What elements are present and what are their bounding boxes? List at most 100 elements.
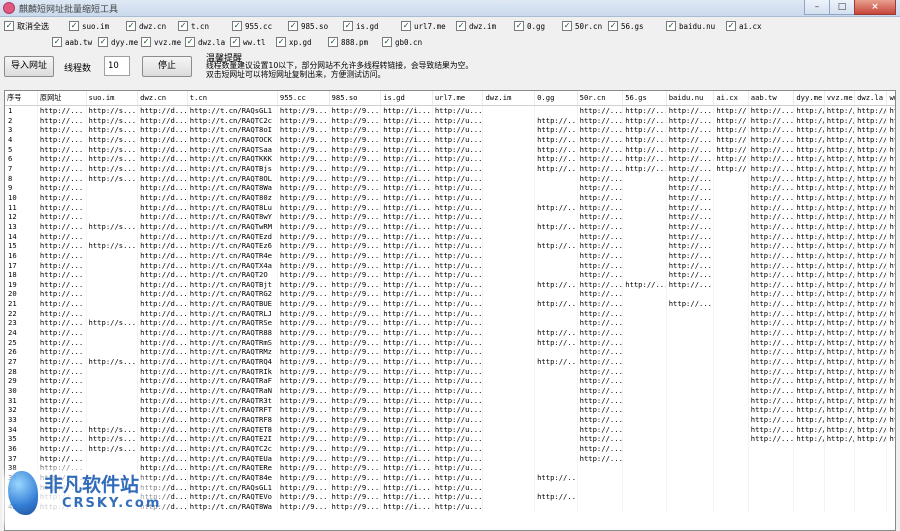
- table-cell[interactable]: http://t.cn/RAQTE2I: [187, 434, 278, 444]
- table-cell[interactable]: http://...: [854, 163, 888, 174]
- table-cell[interactable]: http://...: [824, 357, 856, 367]
- table-row[interactable]: 35 http://... http://s... http://d... http:/…: [5, 434, 895, 444]
- service-checkbox-dwz-la[interactable]: ✓ dwz.la: [185, 37, 230, 47]
- table-cell[interactable]: http://t.cn/RAQTEzd: [187, 231, 278, 242]
- table-cell[interactable]: http://...: [37, 105, 87, 116]
- checkbox-box[interactable]: ✓: [98, 37, 108, 47]
- table-cell[interactable]: http://...: [854, 289, 888, 300]
- column-header[interactable]: is.gd: [380, 91, 433, 106]
- table-cell[interactable]: http://...: [793, 144, 825, 155]
- table-cell[interactable]: [482, 482, 536, 493]
- table-cell[interactable]: http://9...: [329, 434, 382, 444]
- table-cell[interactable]: [482, 289, 536, 300]
- table-cell[interactable]: http://t.cn/RAQTRIk: [187, 366, 278, 377]
- table-row[interactable]: 23 http://... http://s... http://d... http:/…: [5, 318, 895, 329]
- table-cell[interactable]: [713, 472, 749, 483]
- table-cell[interactable]: http://t.cn/RAQTERe: [187, 463, 278, 473]
- table-cell[interactable]: http://i...: [380, 115, 433, 126]
- table-cell[interactable]: http://i...: [380, 221, 433, 232]
- table-cell[interactable]: http://t.cn/RAQTR3t: [187, 395, 278, 406]
- table-cell[interactable]: [622, 231, 667, 242]
- table-cell[interactable]: http://t.cn/RAQT80z: [187, 192, 278, 203]
- table-cell[interactable]: http://...: [748, 415, 795, 425]
- table-cell[interactable]: [622, 260, 667, 271]
- table-cell[interactable]: http://u...: [432, 405, 484, 415]
- table-cell[interactable]: http://9...: [277, 250, 330, 261]
- table-cell[interactable]: http://...: [577, 415, 624, 425]
- service-checkbox-baidu-nu[interactable]: ✓ baidu.nu: [666, 21, 726, 31]
- table-cell[interactable]: [622, 492, 667, 502]
- table-row[interactable]: 7 http://... http://s... http://d... http://…: [5, 163, 895, 174]
- table-cell[interactable]: http://...: [534, 472, 578, 483]
- table-cell[interactable]: [86, 308, 139, 319]
- checkbox-box[interactable]: ✓: [232, 21, 242, 31]
- table-cell[interactable]: [482, 202, 536, 213]
- table-cell[interactable]: http://...: [793, 318, 825, 329]
- checkbox-box[interactable]: ✓: [666, 21, 676, 31]
- table-cell[interactable]: http://...: [824, 328, 856, 338]
- table-cell[interactable]: http://9...: [277, 299, 330, 309]
- table-cell[interactable]: http://u...: [432, 501, 484, 512]
- checkbox-box[interactable]: ✓: [343, 21, 353, 31]
- table-cell[interactable]: http://i...: [380, 299, 433, 309]
- table-cell[interactable]: http://...: [713, 134, 749, 145]
- table-cell[interactable]: http://...: [854, 144, 888, 155]
- table-cell[interactable]: http://...: [824, 405, 856, 415]
- table-cell[interactable]: http://9...: [277, 424, 330, 435]
- table-cell[interactable]: [666, 415, 715, 425]
- table-row[interactable]: 14 http://... http://d... http://t.cn/RAQTE…: [5, 231, 895, 242]
- table-cell[interactable]: http://i...: [380, 463, 433, 473]
- table-cell[interactable]: http://t.cn/RAQT8Wa: [187, 183, 278, 193]
- table-cell[interactable]: [622, 472, 667, 483]
- table-cell[interactable]: http://...: [577, 231, 624, 242]
- table-cell[interactable]: http://i...: [380, 366, 433, 377]
- table-cell[interactable]: http://...: [37, 134, 87, 145]
- table-cell[interactable]: http://...: [622, 105, 667, 116]
- table-cell[interactable]: http://...: [854, 424, 888, 435]
- table-cell[interactable]: http://s...: [86, 163, 139, 174]
- table-cell[interactable]: http://d...: [137, 308, 188, 319]
- table-cell[interactable]: http://9...: [277, 134, 330, 145]
- service-checkbox-suo-im[interactable]: ✓ suo.im: [69, 21, 126, 31]
- table-cell[interactable]: [713, 212, 749, 222]
- table-cell[interactable]: http://...: [793, 105, 825, 116]
- table-cell[interactable]: http://...: [577, 366, 624, 377]
- table-cell[interactable]: [482, 260, 536, 271]
- table-cell[interactable]: http://u...: [432, 424, 484, 435]
- table-cell[interactable]: http://...: [793, 405, 825, 415]
- table-cell[interactable]: http://...: [577, 115, 624, 126]
- table-cell[interactable]: [534, 434, 578, 444]
- table-cell[interactable]: http://...: [886, 183, 895, 193]
- table-cell[interactable]: http://9...: [329, 183, 382, 193]
- table-cell[interactable]: http://...: [793, 231, 825, 242]
- table-row[interactable]: 16 http://... http://d... http://t.cn/RAQTR…: [5, 250, 895, 261]
- table-cell[interactable]: http://...: [748, 260, 795, 271]
- table-cell[interactable]: http://9...: [277, 318, 330, 329]
- table-cell[interactable]: http://...: [534, 154, 578, 164]
- table-cell[interactable]: http://9...: [277, 270, 330, 280]
- table-cell[interactable]: http://...: [854, 173, 888, 184]
- table-cell[interactable]: http://i...: [380, 415, 433, 425]
- table-cell[interactable]: http://u...: [432, 395, 484, 406]
- table-cell[interactable]: http://...: [824, 231, 856, 242]
- table-cell[interactable]: [86, 299, 139, 309]
- table-cell[interactable]: http://...: [534, 144, 578, 155]
- table-cell[interactable]: [713, 260, 749, 271]
- table-row[interactable]: 18 http://... http://d... http://t.cn/RAQT2…: [5, 270, 895, 280]
- table-cell[interactable]: http://...: [886, 376, 895, 387]
- table-cell[interactable]: http://u...: [432, 163, 484, 174]
- table-cell[interactable]: http://u...: [432, 260, 484, 271]
- table-row[interactable]: 32 http://... http://d... http://t.cn/RAQTR…: [5, 405, 895, 415]
- table-cell[interactable]: http://9...: [329, 424, 382, 435]
- table-cell[interactable]: http://...: [793, 347, 825, 358]
- table-cell[interactable]: http://...: [886, 357, 895, 367]
- table-cell[interactable]: http://d...: [137, 434, 188, 444]
- table-cell[interactable]: http://...: [577, 328, 624, 338]
- table-cell[interactable]: http://t.cn/RAQTSaa: [187, 144, 278, 155]
- table-cell[interactable]: [622, 386, 667, 396]
- table-cell[interactable]: http://...: [748, 405, 795, 415]
- table-cell[interactable]: [534, 386, 578, 396]
- table-cell[interactable]: http://t.cn/RAQTEz6: [187, 241, 278, 251]
- table-cell[interactable]: http://...: [793, 424, 825, 435]
- table-cell[interactable]: [824, 463, 856, 473]
